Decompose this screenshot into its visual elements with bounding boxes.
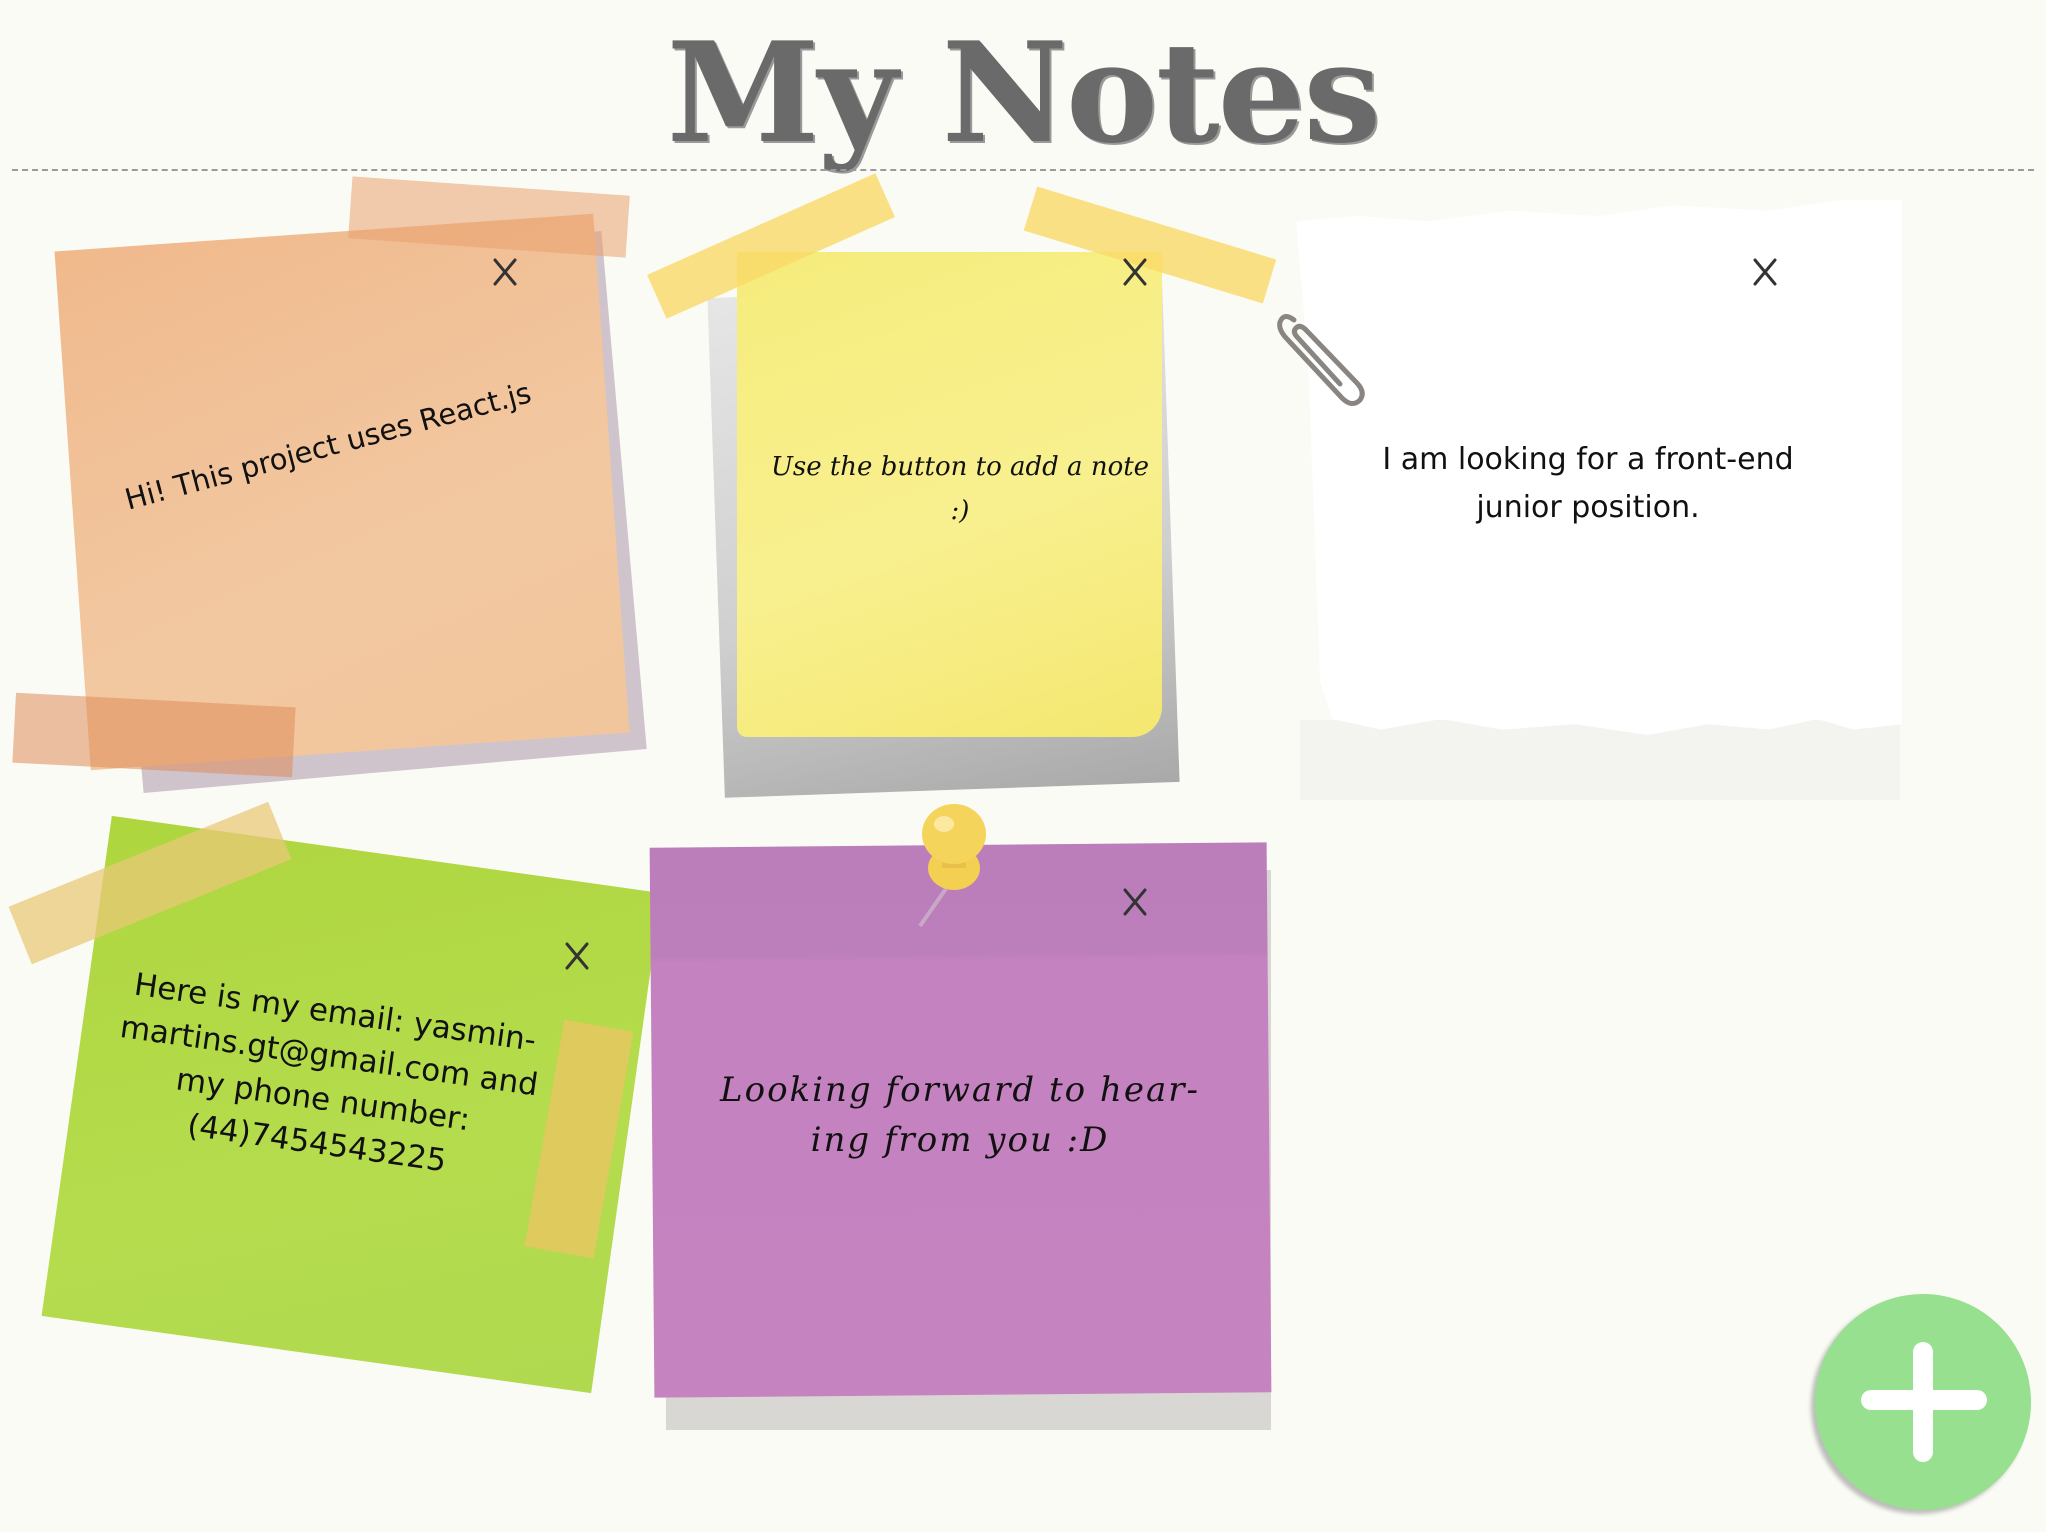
pushpin-icon bbox=[918, 804, 986, 928]
note-backing bbox=[1300, 720, 1900, 800]
close-note-button[interactable] bbox=[1115, 252, 1155, 292]
close-icon bbox=[1753, 258, 1777, 286]
close-note-button[interactable] bbox=[557, 936, 597, 976]
page-title: My Notes bbox=[666, 11, 1381, 174]
close-note-button[interactable] bbox=[1115, 882, 1155, 922]
note-text[interactable]: Looking forward to hear- ing from you :D bbox=[700, 1065, 1220, 1165]
plus-icon bbox=[1861, 1342, 1987, 1462]
close-icon bbox=[565, 942, 589, 970]
notes-app: My Notes Hi! This project uses React.js … bbox=[0, 0, 2046, 1532]
add-note-button[interactable] bbox=[1815, 1294, 2031, 1510]
close-note-button[interactable] bbox=[1745, 252, 1785, 292]
paperclip-icon bbox=[1277, 314, 1365, 406]
note-text[interactable]: Use the button to add a note :) bbox=[770, 445, 1150, 533]
close-icon bbox=[1123, 258, 1147, 286]
close-icon bbox=[1123, 888, 1147, 916]
tape-strip bbox=[12, 692, 296, 778]
close-note-button[interactable] bbox=[485, 252, 525, 292]
title-divider bbox=[12, 169, 2034, 171]
note-text[interactable]: I am looking for a front-end junior posi… bbox=[1348, 436, 1828, 532]
close-icon bbox=[493, 258, 517, 286]
